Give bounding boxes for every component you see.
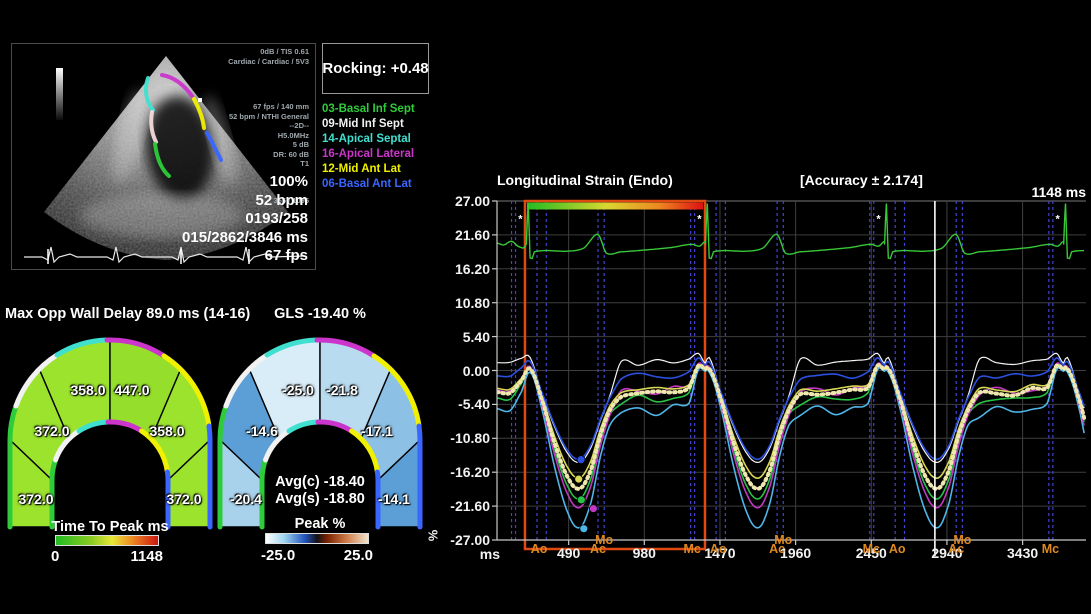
y-tick-label: -27.00 [428, 532, 490, 548]
x-tick-label: 980 [614, 545, 674, 561]
y-tick-label: 5.40 [428, 329, 490, 345]
y-tick-label: -16.20 [428, 464, 490, 480]
event-marker-ao: Ao [522, 542, 556, 556]
strain-plot-area[interactable] [497, 201, 1086, 540]
strain-chart-panel: **** Longitudinal Strain (Endo) [Accurac… [0, 0, 1091, 614]
y-tick-label: 27.00 [428, 193, 490, 209]
y-tick-label: -21.60 [428, 498, 490, 514]
event-marker-mc: Mc [675, 542, 709, 556]
y-tick-label: 10.80 [428, 295, 490, 311]
x-axis-unit-label: ms [464, 546, 500, 562]
y-tick-label: -10.80 [428, 430, 490, 446]
chart-title: Longitudinal Strain (Endo) [497, 172, 673, 188]
event-marker-mc: Mc [1033, 542, 1067, 556]
y-tick-label: 0.00 [428, 363, 490, 379]
chart-accuracy-label: [Accuracy ± 2.174] [800, 172, 923, 188]
event-marker-mc: Mc [854, 542, 888, 556]
y-tick-label: 21.60 [428, 227, 490, 243]
cycle-length-label: 1148 ms [986, 184, 1086, 200]
y-tick-label: -5.40 [428, 396, 490, 412]
echo-strain-analysis-screen: 0dB / TIS 0.61Cardiac / Cardiac / 5V3 67… [0, 0, 1091, 614]
y-tick-label: 16.20 [428, 261, 490, 277]
